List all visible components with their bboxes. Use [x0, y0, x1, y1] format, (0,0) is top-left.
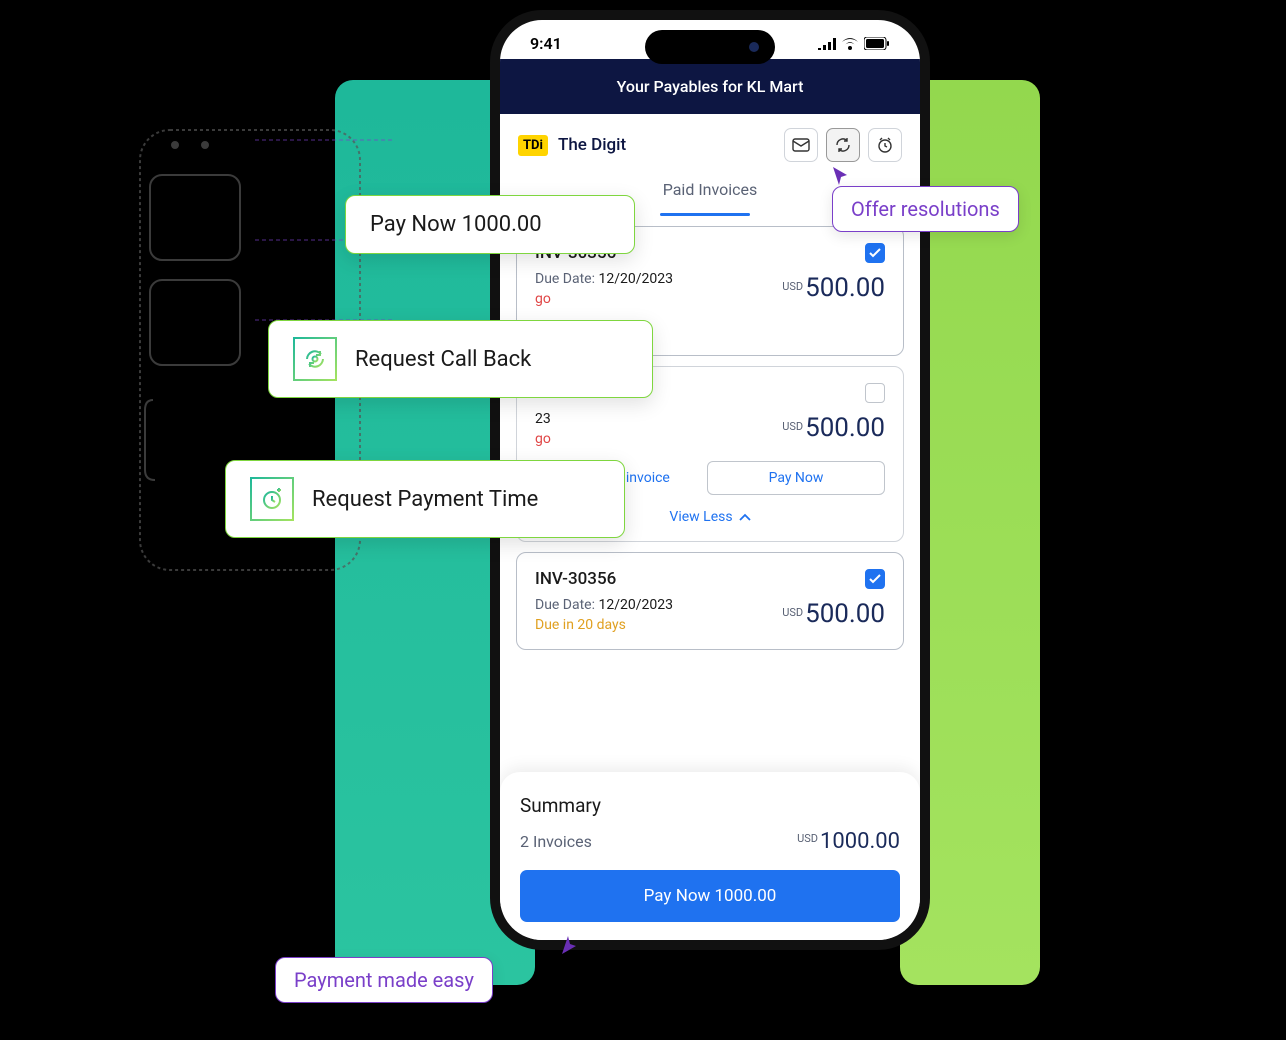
callout-label: Request Payment Time	[312, 487, 538, 512]
invoice-checkbox[interactable]	[865, 569, 885, 589]
callout-request-callback[interactable]: Request Call Back	[268, 320, 653, 398]
merchant-row: TDi The Digit	[500, 114, 920, 176]
annotation-payment-easy: Payment made easy	[275, 957, 493, 1003]
battery-icon	[864, 37, 890, 50]
chevron-up-icon	[739, 513, 751, 521]
amount: USD500.00	[782, 599, 885, 629]
callout-label: Pay Now 1000.00	[370, 212, 542, 237]
status-icons	[818, 37, 890, 50]
check-icon	[869, 248, 881, 258]
invoice-card[interactable]: INV-30356 Due Date: 12/20/2023 Due in 20…	[516, 552, 904, 650]
merchant-name: The Digit	[558, 135, 626, 155]
amount: USD500.00	[782, 273, 885, 303]
cursor-icon	[560, 932, 580, 956]
clock-icon	[876, 136, 894, 154]
annotation-offer-resolutions: Offer resolutions	[832, 186, 1019, 232]
tab-underline	[660, 213, 750, 216]
clock-plus-icon	[250, 477, 294, 521]
check-icon	[869, 574, 881, 584]
notch	[645, 30, 775, 64]
callback-icon	[293, 337, 337, 381]
summary-total: USD1000.00	[797, 829, 900, 854]
callout-request-payment-time[interactable]: Request Payment Time	[225, 460, 625, 538]
refresh-button[interactable]	[826, 128, 860, 162]
summary-count: 2 Invoices	[520, 832, 592, 851]
invoice-checkbox[interactable]	[865, 243, 885, 263]
cursor-icon	[831, 165, 851, 189]
tab-paid[interactable]: Paid Invoices	[663, 180, 758, 203]
mail-icon	[792, 138, 810, 152]
signal-icon	[818, 38, 836, 50]
callout-label: Request Call Back	[355, 347, 531, 372]
page-title: Your Payables for KL Mart	[500, 59, 920, 114]
callout-pay-now[interactable]: Pay Now 1000.00	[345, 195, 635, 254]
clock-button[interactable]	[868, 128, 902, 162]
pay-now-button[interactable]: Pay Now	[707, 461, 885, 495]
summary-title: Summary	[520, 794, 900, 817]
invoice-checkbox[interactable]	[865, 383, 885, 403]
mail-button[interactable]	[784, 128, 818, 162]
summary-panel: Summary 2 Invoices USD1000.00 Pay Now 10…	[500, 772, 920, 940]
amount: USD500.00	[782, 413, 885, 443]
refresh-icon	[834, 136, 852, 154]
invoice-id: INV-30356	[535, 569, 616, 589]
pay-now-primary-button[interactable]: Pay Now 1000.00	[520, 870, 900, 922]
merchant-logo: TDi	[518, 135, 548, 156]
status-time: 9:41	[530, 34, 562, 53]
wifi-icon	[842, 38, 858, 50]
